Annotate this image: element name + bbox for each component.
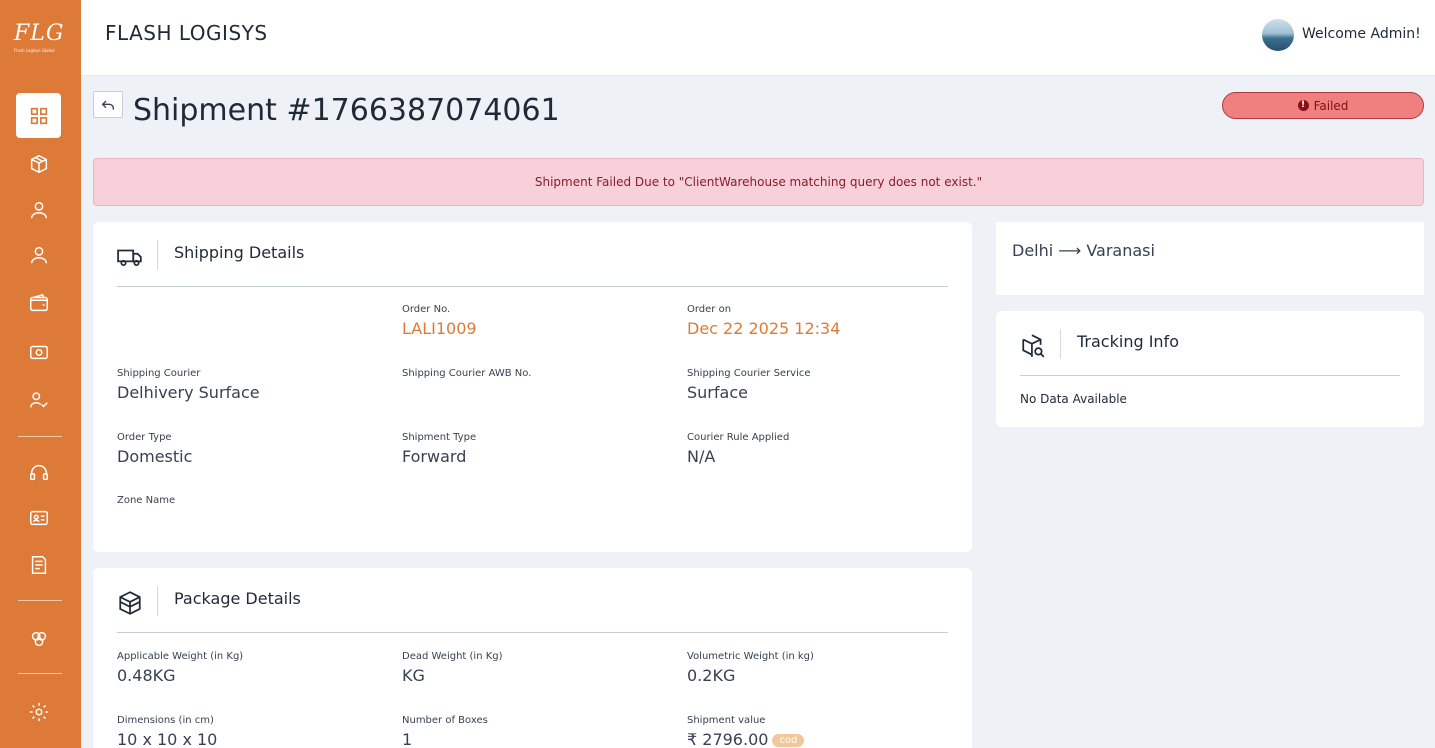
id-card-icon xyxy=(29,510,48,525)
arrow-right-icon: ⟶ xyxy=(1058,241,1082,260)
dead-weight-field: Dead Weight (in Kg) KG xyxy=(402,651,503,685)
failure-alert: Shipment Failed Due to "ClientWarehouse … xyxy=(93,158,1424,206)
dimensions-field: Dimensions (in cm) 10 x 10 x 10 xyxy=(117,715,218,748)
awb-field: Shipping Courier AWB No. xyxy=(402,368,532,379)
sidebar-divider xyxy=(18,436,62,437)
package-search-icon xyxy=(1022,334,1045,358)
shipping-details-card: Shipping Details Order No. LALI1009 Orde… xyxy=(93,222,972,552)
card-header: Shipping Details xyxy=(117,222,948,287)
route-card: Delhi ⟶ Varanasi xyxy=(996,222,1424,295)
order-no-value[interactable]: LALI1009 xyxy=(402,319,477,338)
headset-icon xyxy=(29,464,48,480)
sidebar-item-settings[interactable] xyxy=(16,689,61,734)
route-origin: Delhi xyxy=(1012,241,1054,260)
alert-message: Shipment Failed Due to "ClientWarehouse … xyxy=(534,175,983,189)
sidebar-item-customers[interactable] xyxy=(16,232,61,277)
back-arrow-icon xyxy=(101,100,114,110)
payment-badge: cod xyxy=(772,734,805,747)
truck-icon xyxy=(117,249,142,266)
sidebar-item-dashboard[interactable] xyxy=(16,93,61,138)
applicable-weight-field: Applicable Weight (in Kg) 0.48KG xyxy=(117,651,244,685)
boxes-field: Number of Boxes 1 xyxy=(402,715,488,748)
box-icon xyxy=(30,154,47,173)
sidebar-item-integrations[interactable] xyxy=(16,616,61,661)
report-icon xyxy=(31,555,46,574)
sidebar-item-kyc[interactable] xyxy=(16,495,61,540)
card-header: Tracking Info xyxy=(1020,311,1400,376)
sidebar-item-support[interactable] xyxy=(16,450,61,495)
courier-rule-field: Courier Rule Applied N/A xyxy=(687,432,790,466)
package-details-card: Package Details Applicable Weight (in Kg… xyxy=(93,568,972,748)
route-text: Delhi ⟶ Varanasi xyxy=(1012,241,1155,260)
dashboard-icon xyxy=(30,107,47,124)
top-header: FLASH LOGISYS Welcome Admin! xyxy=(81,0,1435,76)
sidebar-item-verification[interactable] xyxy=(16,377,61,422)
status-badge: ! Failed xyxy=(1222,92,1424,119)
settings-icon xyxy=(29,702,48,721)
courier-field: Shipping Courier Delhivery Surface xyxy=(117,368,260,402)
header-divider xyxy=(1060,329,1061,359)
integrations-icon xyxy=(31,631,46,646)
tracking-info-card: Tracking Info No Data Available xyxy=(996,311,1424,427)
header-divider xyxy=(157,240,158,270)
no-data-text: No Data Available xyxy=(1020,392,1127,406)
avatar[interactable] xyxy=(1262,19,1294,51)
sidebar-item-shipments[interactable] xyxy=(16,141,61,186)
sidebar-item-reports[interactable] xyxy=(16,542,61,587)
sidebar-item-users[interactable] xyxy=(16,187,61,232)
package-icon xyxy=(119,591,141,615)
shipment-value-field: Shipment value ₹ 2796.00 cod xyxy=(687,715,805,748)
route-destination: Varanasi xyxy=(1086,241,1155,260)
wallet-icon xyxy=(29,293,48,311)
alert-icon: ! xyxy=(1297,100,1309,111)
service-field: Shipping Courier Service Surface xyxy=(687,368,811,402)
card-title: Tracking Info xyxy=(1077,332,1179,351)
header-divider xyxy=(157,586,158,616)
sidebar-divider xyxy=(18,673,62,674)
shipment-type-field: Shipment Type Forward xyxy=(402,432,477,466)
sidebar: FLG Flash Logisys Global xyxy=(0,0,81,748)
user-check-icon xyxy=(29,391,48,407)
back-button[interactable] xyxy=(93,91,123,118)
volumetric-weight-field: Volumetric Weight (in kg) 0.2KG xyxy=(687,651,814,685)
user-icon xyxy=(30,201,47,218)
card-title: Package Details xyxy=(174,589,301,608)
sidebar-item-wallet[interactable] xyxy=(16,280,61,325)
money-icon xyxy=(29,345,48,359)
order-on-field: Order on Dec 22 2025 12:34 xyxy=(687,304,841,338)
welcome-text[interactable]: Welcome Admin! xyxy=(1302,26,1421,42)
sidebar-item-cod[interactable] xyxy=(16,329,61,374)
page-title: Shipment #1766387074061 xyxy=(133,93,560,128)
brand-name: FLASH LOGISYS xyxy=(105,21,268,45)
app-logo[interactable]: FLG Flash Logisys Global xyxy=(14,22,64,58)
zone-field: Zone Name xyxy=(117,495,176,506)
order-type-field: Order Type Domestic xyxy=(117,432,193,466)
status-text: Failed xyxy=(1313,98,1349,113)
card-title: Shipping Details xyxy=(174,243,305,262)
user-icon xyxy=(30,246,47,263)
order-no-field: Order No. LALI1009 xyxy=(402,304,477,338)
card-header: Package Details xyxy=(117,568,948,633)
sidebar-divider xyxy=(18,600,62,601)
